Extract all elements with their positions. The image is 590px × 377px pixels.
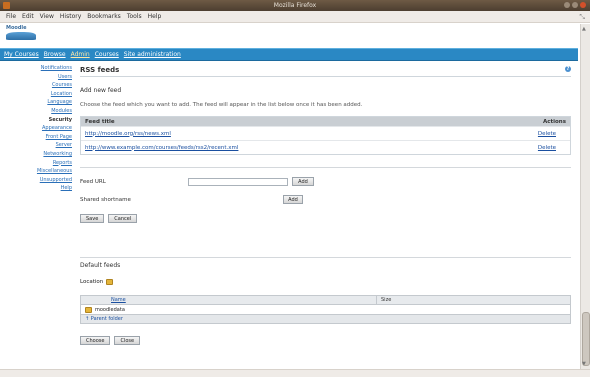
menu-bookmarks[interactable]: Bookmarks — [87, 13, 121, 20]
close-icon[interactable] — [580, 2, 586, 8]
sidebar-item-language[interactable]: Language — [0, 98, 72, 107]
sidebar-item-front-page[interactable]: Front Page — [0, 133, 72, 142]
add-feed-subheading: Add new feed — [80, 87, 122, 94]
sidebar-item-networking[interactable]: Networking — [0, 150, 72, 159]
main-content: RSS feeds ? Add new feed Choose the feed… — [80, 66, 574, 366]
add-feed-description: Choose the feed which you want to add. T… — [80, 102, 363, 108]
nav-site-administration[interactable]: Site administration — [124, 51, 181, 58]
feed-link[interactable]: http://www.example.com/courses/feeds/rss… — [85, 145, 238, 151]
scrollbar-thumb[interactable] — [582, 312, 590, 366]
shared-feed-label: Shared shortname — [80, 196, 131, 203]
nav-bar: My Courses Browse Admin Courses Site adm… — [0, 48, 578, 61]
location-line: Location — [80, 279, 574, 285]
page-title: RSS feeds — [80, 66, 120, 74]
feed-url-row: Feed URL Add — [80, 177, 574, 186]
table-row: http://moodle.org/rss/news.xml Delete — [81, 126, 570, 140]
sidebar-item-location[interactable]: Location — [0, 90, 72, 99]
nav-courses[interactable]: Courses — [95, 51, 119, 58]
sidebar-item-modules[interactable]: Modules — [0, 107, 72, 116]
feed-title-column-header: Feed title — [85, 118, 115, 125]
sidebar-item-server[interactable]: Server — [0, 141, 72, 150]
cancel-button[interactable]: Cancel — [108, 214, 138, 223]
admin-sidebar: Notifications Users Courses Location Lan… — [0, 64, 76, 364]
menu-view[interactable]: View — [40, 13, 54, 20]
name-column-header[interactable]: Name — [81, 296, 377, 304]
save-button[interactable]: Save — [80, 214, 105, 223]
parent-folder-row[interactable]: ↑ Parent folder — [81, 314, 570, 323]
delete-link[interactable]: Delete — [538, 145, 556, 151]
maximize-icon[interactable] — [572, 2, 578, 8]
site-logo[interactable]: Moodle — [6, 25, 48, 41]
resize-icon[interactable]: ⤡ — [579, 13, 585, 22]
sidebar-item-notifications[interactable]: Notifications — [0, 64, 72, 73]
minimize-icon[interactable] — [564, 2, 570, 8]
sidebar-item-appearance[interactable]: Appearance — [0, 124, 72, 133]
menu-tools[interactable]: Tools — [127, 13, 142, 20]
sidebar-item-unsupported[interactable]: Unsupported — [0, 176, 72, 185]
menu-history[interactable]: History — [60, 13, 81, 20]
menu-bar: File Edit View History Bookmarks Tools H… — [0, 11, 590, 23]
close-button[interactable]: Close — [114, 336, 141, 345]
feed-url-input[interactable] — [188, 177, 288, 186]
add-shared-button[interactable]: Add — [283, 195, 303, 204]
section-divider — [80, 257, 571, 258]
actions-column-header: Actions — [543, 118, 566, 125]
location-label: Location — [80, 279, 104, 285]
menu-help[interactable]: Help — [148, 13, 162, 20]
sidebar-item-help[interactable]: Help — [0, 184, 72, 193]
menu-edit[interactable]: Edit — [22, 13, 34, 20]
window-titlebar: Mozilla Firefox — [0, 0, 590, 11]
folder-icon — [85, 306, 92, 313]
folder-name[interactable]: moodledata — [95, 307, 125, 313]
status-bar — [0, 369, 590, 377]
vertical-scrollbar[interactable]: ▲ ▼ — [580, 24, 590, 369]
browse-buttons: Choose Close — [80, 336, 574, 345]
sidebar-item-reports[interactable]: Reports — [0, 159, 72, 168]
window-controls — [564, 2, 586, 8]
scroll-up-icon[interactable]: ▲ — [582, 26, 586, 32]
size-column-header: Size — [381, 297, 392, 303]
logo-text: Moodle — [6, 25, 27, 31]
sidebar-item-users[interactable]: Users — [0, 73, 72, 82]
feed-table-header: Feed title Actions — [81, 117, 570, 126]
list-item[interactable]: moodledata — [81, 305, 570, 314]
form-buttons: Save Cancel — [80, 214, 574, 223]
shared-feed-row: Shared shortname Add — [80, 195, 574, 204]
sidebar-item-miscellaneous[interactable]: Miscellaneous — [0, 167, 72, 176]
sidebar-item-security[interactable]: Security — [0, 116, 72, 125]
scroll-down-icon[interactable]: ▼ — [582, 361, 586, 367]
section-header: RSS feeds ? — [80, 66, 571, 77]
section-divider — [80, 167, 571, 168]
nav-my-courses[interactable]: My Courses — [4, 51, 39, 58]
feed-link[interactable]: http://moodle.org/rss/news.xml — [85, 131, 171, 137]
window-title: Mozilla Firefox — [273, 2, 317, 9]
nav-browse[interactable]: Browse — [44, 51, 66, 58]
folder-icon — [106, 279, 114, 285]
parent-folder-link[interactable]: Parent folder — [91, 316, 123, 322]
menu-file[interactable]: File — [6, 13, 16, 20]
delete-link[interactable]: Delete — [538, 131, 556, 137]
feed-table: Feed title Actions http://moodle.org/rss… — [80, 116, 571, 155]
sidebar-item-courses[interactable]: Courses — [0, 81, 72, 90]
nav-admin[interactable]: Admin — [71, 51, 90, 58]
feed-url-label: Feed URL — [80, 178, 106, 185]
file-browser-header: Name Size — [81, 296, 570, 305]
default-feeds-title: Default feeds — [80, 262, 121, 269]
file-browser: Name Size moodledata ↑ Parent folder — [80, 295, 571, 324]
table-row: http://www.example.com/courses/feeds/rss… — [81, 140, 570, 154]
help-icon[interactable]: ? — [565, 66, 571, 72]
logo-graphic — [6, 32, 36, 40]
choose-button[interactable]: Choose — [80, 336, 111, 345]
add-url-button[interactable]: Add — [292, 177, 314, 186]
